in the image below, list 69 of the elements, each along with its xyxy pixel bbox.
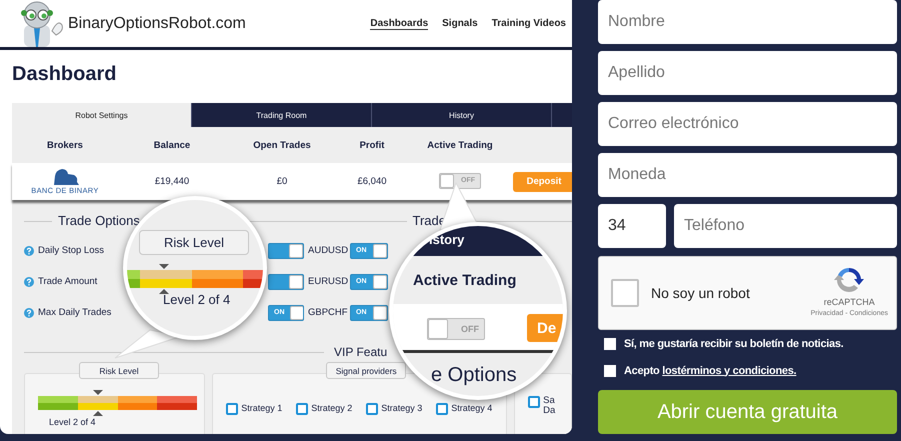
column-header: Balance <box>154 140 190 150</box>
input-field[interactable]: Moneda <box>598 153 897 197</box>
checkbox[interactable] <box>226 403 238 415</box>
risk-reading: Level 2 of 4 <box>163 292 230 307</box>
nav-link[interactable]: Dashboards <box>370 18 428 30</box>
checkbox-label: Acepto lostérminos y condiciones. <box>624 364 796 376</box>
nav-link[interactable]: Signals <box>442 18 478 30</box>
checkbox-label: Strategy 1 <box>241 403 282 413</box>
level-marker[interactable] <box>158 264 169 294</box>
setting-label: Max Daily Trades <box>38 307 112 318</box>
table-cell: £6,040 <box>357 176 387 187</box>
table-cell: £0 <box>276 176 288 187</box>
checkbox[interactable] <box>604 338 616 350</box>
site-logo[interactable]: BinaryOptionsRobot.com <box>68 14 246 32</box>
help-icon[interactable] <box>24 308 34 318</box>
checkbox[interactable] <box>366 403 378 415</box>
toggle-switch[interactable] <box>268 242 304 258</box>
section-heading: e Options <box>431 364 517 387</box>
meter-segment <box>38 396 78 410</box>
submit-button[interactable]: Abrir cuenta gratuita <box>598 390 897 434</box>
tab[interactable] <box>551 103 572 127</box>
nav-link[interactable]: Training Videos <box>492 18 566 30</box>
checkbox[interactable] <box>528 396 540 408</box>
currency-pair: AUDUSD <box>308 245 350 256</box>
help-icon[interactable] <box>24 246 34 256</box>
level-marker[interactable] <box>92 390 103 416</box>
setting-label: Trade Amount <box>38 276 98 287</box>
deposit-button[interactable]: Deposit <box>513 172 572 192</box>
currency-pair: GBPCHF <box>308 307 349 318</box>
help-icon[interactable] <box>24 276 34 286</box>
meter-segment <box>118 396 158 410</box>
checkbox-label: Strategy 3 <box>381 403 422 413</box>
risk-level-label: Risk Level <box>79 362 159 379</box>
checkbox[interactable] <box>604 364 616 376</box>
input-field[interactable]: Nombre <box>598 0 897 44</box>
checkbox-label: Strategy 4 <box>451 403 492 413</box>
currency-pair: EURUSD <box>308 276 350 287</box>
meter-segment <box>157 396 197 410</box>
table-cell: £19,440 <box>154 176 190 187</box>
terms-link[interactable]: lostérminos y condiciones. <box>662 364 796 376</box>
recaptcha-icon <box>833 265 866 295</box>
deposit-button[interactable]: De <box>527 314 563 342</box>
input-field[interactable]: Apellido <box>598 51 897 95</box>
tab[interactable]: History <box>371 103 551 127</box>
column-heading: Active Trading <box>413 272 516 289</box>
checkbox[interactable] <box>611 279 639 307</box>
toggle-switch[interactable] <box>268 274 304 290</box>
tab[interactable]: Trading Room <box>191 103 371 127</box>
checkbox[interactable] <box>296 403 308 415</box>
meter-segment <box>78 396 118 410</box>
risk-reading: Level 2 of 4 <box>49 417 97 427</box>
page-title: Dashboard <box>11 62 118 87</box>
recaptcha-brand: reCAPTCHA <box>824 297 875 307</box>
column-header: Brokers <box>47 140 83 150</box>
input-field[interactable]: 34 <box>598 204 666 248</box>
input-field[interactable]: Teléfono <box>674 204 897 248</box>
column-header: Active Trading <box>427 140 493 150</box>
setting-label: Daily Stop Loss <box>38 245 104 256</box>
checkbox-label: Strategy 2 <box>311 403 352 413</box>
checkbox-label: Sa Da <box>543 396 555 417</box>
column-header: Open Trades <box>253 140 311 150</box>
captcha-label: No soy un robot <box>651 285 750 301</box>
column-header: Profit <box>360 140 384 150</box>
checkbox[interactable] <box>436 403 448 415</box>
section-heading: VIP Featu <box>334 345 388 359</box>
checkbox-label: Sí, me gustaría recibir su boletín de noticias. <box>624 338 844 350</box>
section-heading: Trade Options <box>58 213 140 228</box>
input-field[interactable]: Correo electrónico <box>598 102 897 146</box>
risk-level-label: Risk Level <box>139 230 249 255</box>
